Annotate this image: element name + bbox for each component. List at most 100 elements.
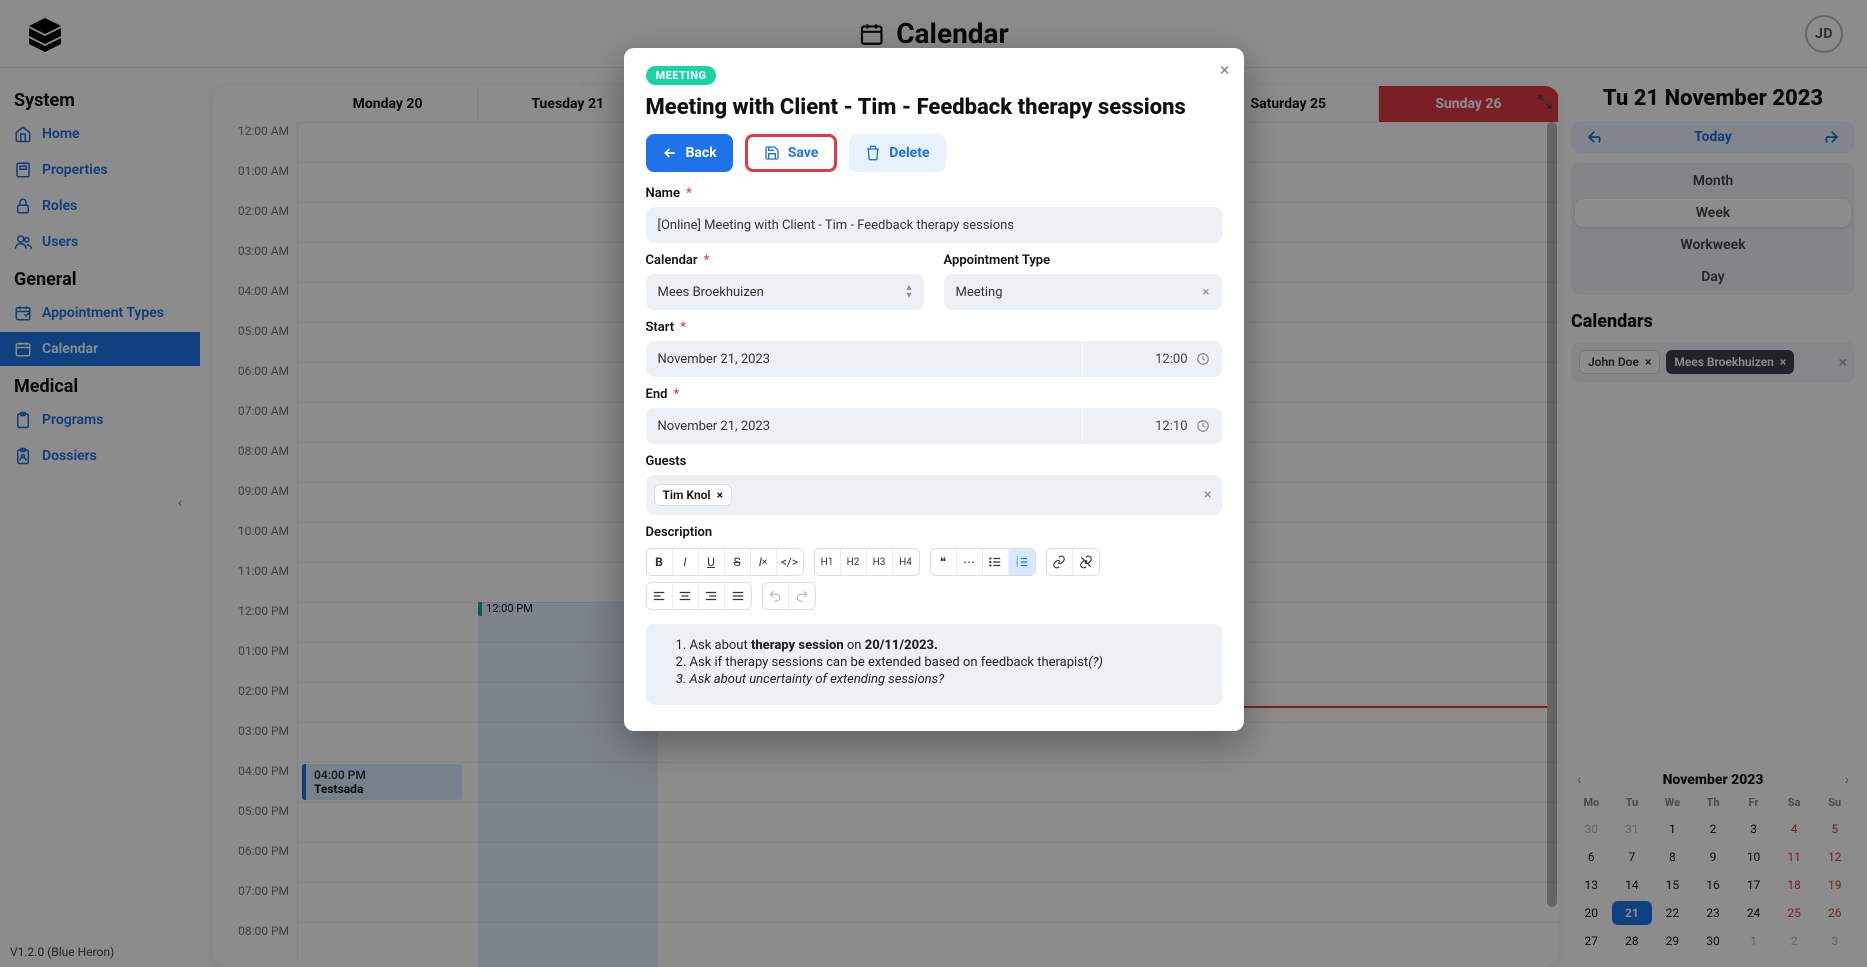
mini-cal-day[interactable]: 22 (1652, 901, 1693, 925)
mini-cal-day[interactable]: 17 (1733, 873, 1774, 897)
calendar-cell[interactable] (1379, 162, 1559, 202)
calendar-cell[interactable] (1019, 802, 1199, 842)
sidebar-item-calendar[interactable]: Calendar (0, 332, 200, 366)
mini-cal-day[interactable]: 31 (1612, 817, 1653, 841)
bullet-list-button[interactable] (983, 549, 1009, 575)
h1-button[interactable]: H1 (815, 549, 841, 575)
guest-chip[interactable]: Tim Knol × (654, 484, 732, 506)
mini-cal-day[interactable]: 14 (1612, 873, 1653, 897)
calendar-cell[interactable] (298, 242, 478, 282)
sidebar-item-dossiers[interactable]: Dossiers (0, 439, 200, 473)
clear-guests-icon[interactable]: × (1204, 487, 1211, 503)
calendar-cell[interactable] (298, 322, 478, 362)
sidebar-item-users[interactable]: Users (0, 225, 200, 259)
calendar-cell[interactable] (298, 202, 478, 242)
calendar-cell[interactable] (298, 922, 478, 962)
mini-cal-day[interactable]: 13 (1571, 873, 1612, 897)
mini-cal-day[interactable]: 6 (1571, 845, 1612, 869)
mini-cal-day[interactable]: 3 (1814, 929, 1855, 953)
calendar-cell[interactable] (1379, 202, 1559, 242)
remove-chip-icon[interactable]: × (1780, 355, 1786, 369)
sidebar-item-home[interactable]: Home (0, 117, 200, 151)
view-option-workweek[interactable]: Workweek (1575, 231, 1851, 259)
ordered-list-button[interactable]: 123 (1009, 549, 1035, 575)
calendar-cell[interactable] (298, 642, 478, 682)
end-time-field[interactable]: 12:10 (1082, 408, 1222, 444)
day-header[interactable]: Sunday 26 (1379, 86, 1559, 122)
calendar-cell[interactable] (298, 602, 478, 642)
mini-cal-day[interactable]: 20 (1571, 901, 1612, 925)
back-button[interactable]: Back (646, 134, 733, 172)
mini-cal-day[interactable]: 5 (1814, 817, 1855, 841)
remove-guest-icon[interactable]: × (717, 488, 723, 502)
align-center-button[interactable] (673, 583, 699, 609)
mini-cal-day[interactable]: 21 (1612, 901, 1653, 925)
end-date-field[interactable]: November 21, 2023 (646, 408, 1082, 444)
remove-chip-icon[interactable]: × (1645, 355, 1651, 369)
mini-cal-day[interactable]: 2 (1774, 929, 1815, 953)
hr-button[interactable]: ⋯ (957, 549, 983, 575)
start-time-field[interactable]: 12:00 (1082, 341, 1222, 377)
delete-button[interactable]: Delete (849, 134, 945, 172)
mini-cal-day[interactable]: 24 (1733, 901, 1774, 925)
calendar-event[interactable]: 04:00 PMTestsada (302, 764, 462, 800)
undo-button[interactable] (763, 583, 789, 609)
appointment-type-select[interactable]: Meeting × (944, 274, 1222, 310)
mini-cal-day[interactable]: 16 (1693, 873, 1734, 897)
calendar-cell[interactable] (1379, 842, 1559, 882)
mini-cal-day[interactable]: 10 (1733, 845, 1774, 869)
calendar-cell[interactable] (298, 682, 478, 722)
collapse-sidebar-icon[interactable]: ‹ (168, 491, 192, 515)
calendar-cell[interactable] (1379, 242, 1559, 282)
quote-button[interactable]: ❝ (931, 549, 957, 575)
mini-cal-next-icon[interactable]: › (1845, 772, 1849, 788)
italic-button[interactable]: I (673, 549, 699, 575)
calendar-cell[interactable] (1199, 802, 1379, 842)
calendar-cell[interactable] (1379, 922, 1559, 962)
calendar-chip[interactable]: Mees Broekhuizen× (1666, 350, 1794, 374)
calendar-cell[interactable] (658, 762, 838, 802)
align-justify-button[interactable] (725, 583, 751, 609)
expand-icon[interactable] (1537, 94, 1553, 110)
calendar-cell[interactable] (1019, 842, 1199, 882)
calendar-cell[interactable] (1379, 762, 1559, 802)
calendar-cell[interactable] (1379, 602, 1559, 642)
align-left-button[interactable] (647, 583, 673, 609)
next-period-button[interactable] (1807, 121, 1855, 153)
calendar-cell[interactable] (298, 562, 478, 602)
calendar-cell[interactable] (1199, 762, 1379, 802)
mini-cal-day[interactable]: 1 (1652, 817, 1693, 841)
calendar-chip[interactable]: John Doe× (1579, 350, 1660, 374)
calendar-cell[interactable] (838, 842, 1018, 882)
calendar-cell[interactable] (298, 362, 478, 402)
calendar-cell[interactable] (298, 162, 478, 202)
calendar-scrollbar[interactable] (1547, 122, 1557, 967)
view-option-week[interactable]: Week (1575, 199, 1851, 227)
calendar-cell[interactable] (658, 802, 838, 842)
sidebar-item-roles[interactable]: Roles (0, 189, 200, 223)
name-field[interactable]: [Online] Meeting with Client - Tim - Fee… (646, 207, 1222, 243)
mini-cal-day[interactable]: 19 (1814, 873, 1855, 897)
mini-cal-day[interactable]: 8 (1652, 845, 1693, 869)
calendar-cell[interactable] (298, 722, 478, 762)
calendar-cell[interactable] (658, 842, 838, 882)
underline-button[interactable]: U (699, 549, 725, 575)
calendar-cell[interactable] (298, 402, 478, 442)
h4-button[interactable]: H4 (893, 549, 919, 575)
mini-cal-day[interactable]: 23 (1693, 901, 1734, 925)
calendar-cell[interactable] (1379, 802, 1559, 842)
calendar-cell[interactable] (298, 482, 478, 522)
align-right-button[interactable] (699, 583, 725, 609)
day-header[interactable]: Monday 20 (298, 86, 478, 122)
calendar-cell[interactable] (838, 802, 1018, 842)
calendar-cell[interactable] (1379, 562, 1559, 602)
start-date-field[interactable]: November 21, 2023 (646, 341, 1082, 377)
calendar-cell[interactable] (1379, 882, 1559, 922)
clear-icon[interactable]: × (1203, 285, 1210, 300)
clear-calendars-icon[interactable]: × (1838, 353, 1847, 372)
calendar-cell[interactable] (1379, 442, 1559, 482)
mini-cal-day[interactable]: 26 (1814, 901, 1855, 925)
calendar-cell[interactable] (658, 882, 838, 922)
calendar-cell[interactable] (1379, 402, 1559, 442)
clear-format-button[interactable]: I× (751, 549, 777, 575)
